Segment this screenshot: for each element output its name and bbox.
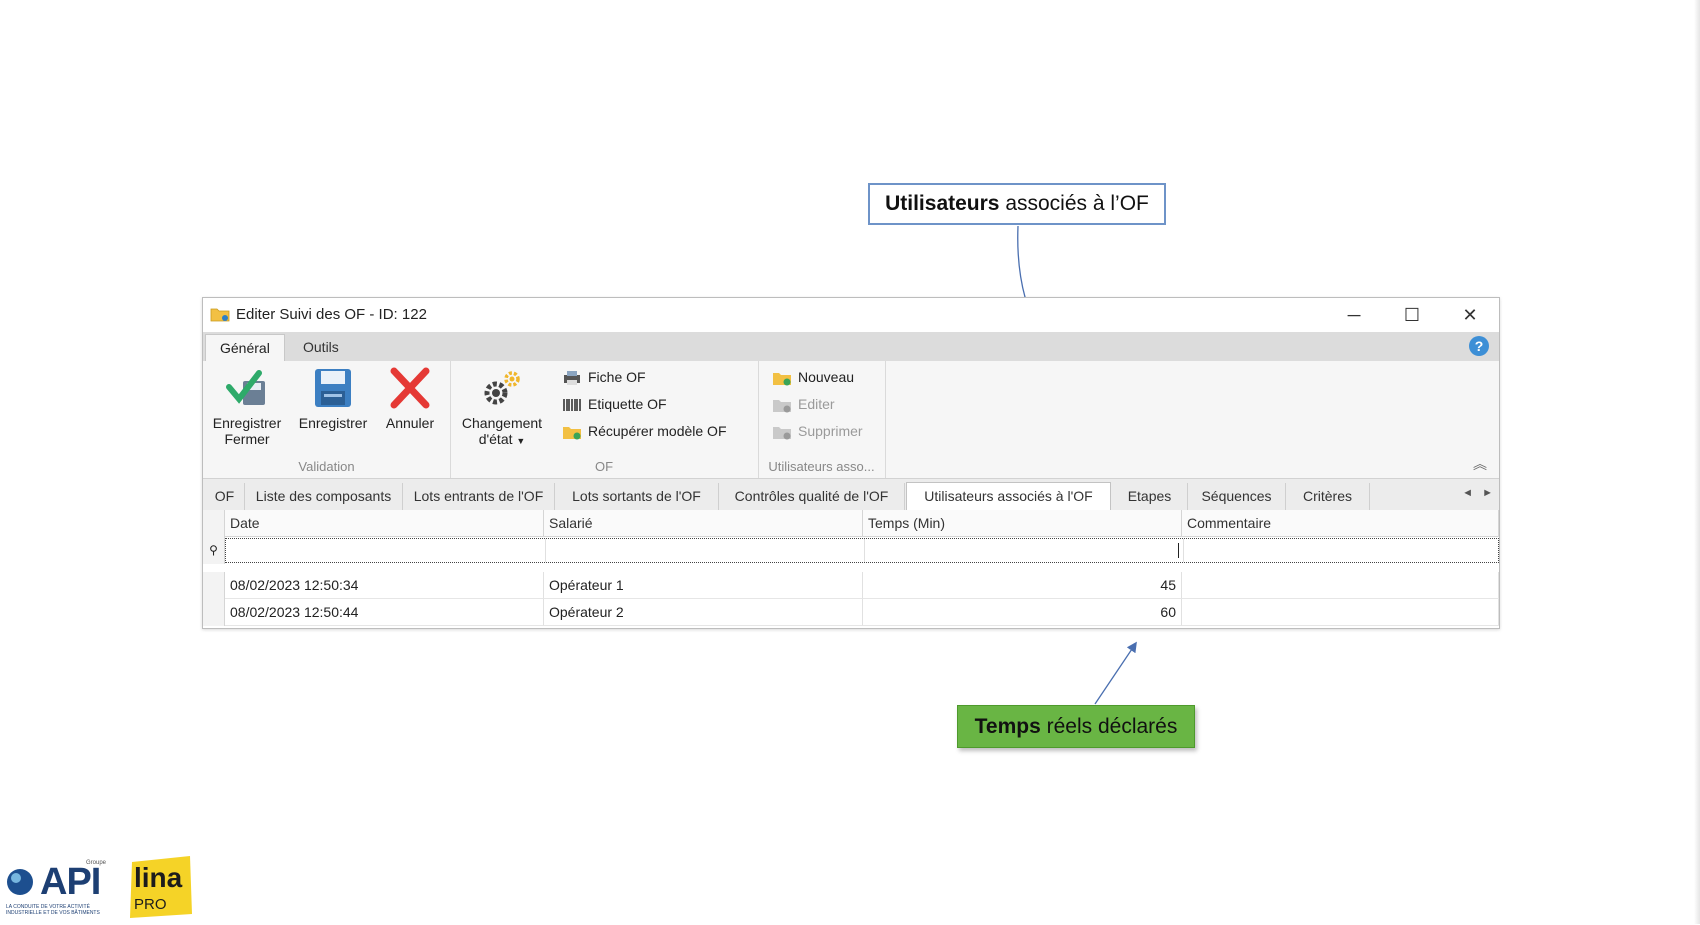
column-header-temps[interactable]: Temps (Min) — [863, 510, 1182, 537]
time-callout: Temps réels déclarés — [957, 705, 1195, 748]
header-indicator — [203, 510, 225, 537]
time-callout-text: réels déclarés — [1040, 714, 1178, 738]
folder-icon — [210, 308, 230, 322]
editer-button[interactable]: Editer — [772, 392, 835, 416]
users-callout-bold: Utilisateurs — [885, 192, 1000, 215]
edit-of-window: Editer Suivi des OF - ID: 122 ─ ☐ ✕ Géné… — [202, 297, 1500, 629]
folder-edit-icon — [773, 400, 791, 413]
recuperer-modele-label: Récupérer modèle OF — [588, 423, 727, 439]
change-state-button[interactable]: Changement d'état ▼ — [456, 367, 548, 449]
recuperer-modele-button[interactable]: Récupérer modèle OF — [562, 419, 727, 443]
api-logo-text: API — [40, 861, 101, 903]
folder-delete-icon — [773, 427, 791, 440]
lina-logo-text: lina — [134, 862, 183, 893]
tab-scroll-right-icon[interactable]: ► — [1482, 487, 1493, 499]
editer-label: Editer — [798, 396, 835, 412]
change-state-label-2: d'état ▼ — [478, 431, 526, 447]
collapse-ribbon-icon[interactable]: ︽ — [1473, 454, 1487, 474]
filter-row[interactable] — [225, 538, 1499, 563]
save-label: Enregistrer — [298, 415, 368, 431]
tab-of[interactable]: OF — [205, 483, 245, 510]
users-grid: Date Salarié Temps (Min) Commentaire ⚲ 0… — [203, 510, 1499, 628]
api-logo: API Groupe LA CONDUITE DE VOTRE ACTIVITÉ… — [6, 860, 116, 920]
lina-pro-text: PRO — [134, 896, 167, 913]
filter-icon[interactable]: ⚲ — [203, 537, 225, 564]
text-cursor — [1178, 543, 1179, 558]
cell-temps-1[interactable]: 45 — [863, 572, 1182, 599]
of-group-label: OF — [594, 459, 614, 474]
api-tagline: LA CONDUITE DE VOTRE ACTIVITÉ INDUSTRIEL… — [6, 904, 100, 916]
row-indicator-2 — [203, 599, 225, 626]
cell-commentaire-2[interactable] — [1182, 599, 1499, 626]
window-title: Editer Suivi des OF - ID: 122 — [236, 306, 427, 323]
tab-lots-entrants[interactable]: Lots entrants de l'OF — [403, 483, 555, 510]
folder-add-icon — [563, 427, 581, 440]
change-state-label-1: Changement — [461, 415, 543, 431]
row-indicator-1 — [203, 572, 225, 599]
cell-date-1[interactable]: 08/02/2023 12:50:34 — [225, 572, 544, 599]
help-icon[interactable]: ? — [1469, 336, 1489, 356]
cell-temps-2[interactable]: 60 — [863, 599, 1182, 626]
tab-lots-sortants[interactable]: Lots sortants de l'OF — [555, 483, 719, 510]
cell-commentaire-1[interactable] — [1182, 572, 1499, 599]
ribbon-tab-general[interactable]: Général — [205, 334, 285, 362]
save-close-label-1: Enregistrer — [212, 415, 282, 431]
dropdown-arrow-icon: ▼ — [516, 436, 526, 446]
fiche-of-label: Fiche OF — [588, 369, 646, 385]
save-close-label-2: Fermer — [224, 431, 270, 447]
fiche-of-button[interactable]: Fiche OF — [562, 365, 646, 389]
of-group: Changement d'état ▼ Fiche OF Etiquette O… — [450, 361, 759, 478]
tab-sequences[interactable]: Séquences — [1188, 483, 1286, 510]
api-groupe-text: Groupe — [86, 860, 107, 866]
users-group-label: Utilisateurs asso... — [768, 459, 875, 474]
printer-icon — [564, 371, 580, 386]
users-group: Nouveau Editer Supprimer Utilisateurs as… — [758, 361, 886, 478]
tab-etapes[interactable]: Etapes — [1112, 483, 1188, 510]
minimize-button[interactable]: ─ — [1325, 298, 1383, 332]
window-titlebar: Editer Suivi des OF - ID: 122 ─ ☐ ✕ — [203, 298, 1499, 332]
cell-date-2[interactable]: 08/02/2023 12:50:44 — [225, 599, 544, 626]
ribbon-tabs: Général Outils ? — [203, 332, 1499, 362]
save-close-button[interactable]: Enregistrer Fermer — [207, 367, 287, 447]
column-header-date[interactable]: Date — [225, 510, 544, 537]
lina-pro-logo: lina PRO — [128, 856, 196, 920]
close-button[interactable]: ✕ — [1441, 298, 1499, 332]
tab-liste-composants[interactable]: Liste des composants — [245, 483, 403, 510]
time-callout-line — [1094, 641, 1137, 705]
tab-controles-qualite[interactable]: Contrôles qualité de l'OF — [719, 483, 905, 510]
barcode-icon — [563, 399, 581, 412]
gear-icon — [484, 371, 520, 405]
users-callout: Utilisateurs associés à l’OF — [868, 183, 1166, 225]
floppy-disk-icon — [315, 369, 351, 407]
folder-new-icon — [773, 373, 791, 386]
cancel-label: Annuler — [385, 415, 435, 431]
save-check-icon — [226, 370, 265, 405]
ribbon: Enregistrer Fermer Enregistrer Annuler V… — [203, 361, 1499, 479]
nouveau-button[interactable]: Nouveau — [772, 365, 854, 389]
supprimer-label: Supprimer — [798, 423, 863, 439]
cancel-button[interactable]: Annuler — [379, 367, 441, 431]
maximize-button[interactable]: ☐ — [1383, 298, 1441, 332]
cancel-x-icon — [390, 367, 430, 409]
ribbon-tab-outils[interactable]: Outils — [289, 334, 353, 361]
time-callout-bold: Temps — [974, 714, 1041, 738]
etiquette-of-label: Etiquette OF — [588, 396, 667, 412]
cell-salarie-1[interactable]: Opérateur 1 — [544, 572, 863, 599]
tab-utilisateurs-associes[interactable]: Utilisateurs associés à l'OF — [906, 482, 1111, 511]
column-header-salarie[interactable]: Salarié — [544, 510, 863, 537]
users-callout-text: associés à l’OF — [999, 192, 1149, 215]
tab-criteres[interactable]: Critères — [1286, 483, 1370, 510]
validation-group: Enregistrer Fermer Enregistrer Annuler V… — [203, 361, 451, 478]
etiquette-of-button[interactable]: Etiquette OF — [562, 392, 667, 416]
save-button[interactable]: Enregistrer — [291, 367, 375, 431]
supprimer-button[interactable]: Supprimer — [772, 419, 863, 443]
validation-group-label: Validation — [298, 459, 355, 474]
tab-scroll-left-icon[interactable]: ◄ — [1462, 487, 1473, 499]
column-header-commentaire[interactable]: Commentaire — [1182, 510, 1499, 537]
document-tabs: OF Liste des composants Lots entrants de… — [203, 479, 1499, 511]
cell-salarie-2[interactable]: Opérateur 2 — [544, 599, 863, 626]
nouveau-label: Nouveau — [798, 369, 855, 385]
